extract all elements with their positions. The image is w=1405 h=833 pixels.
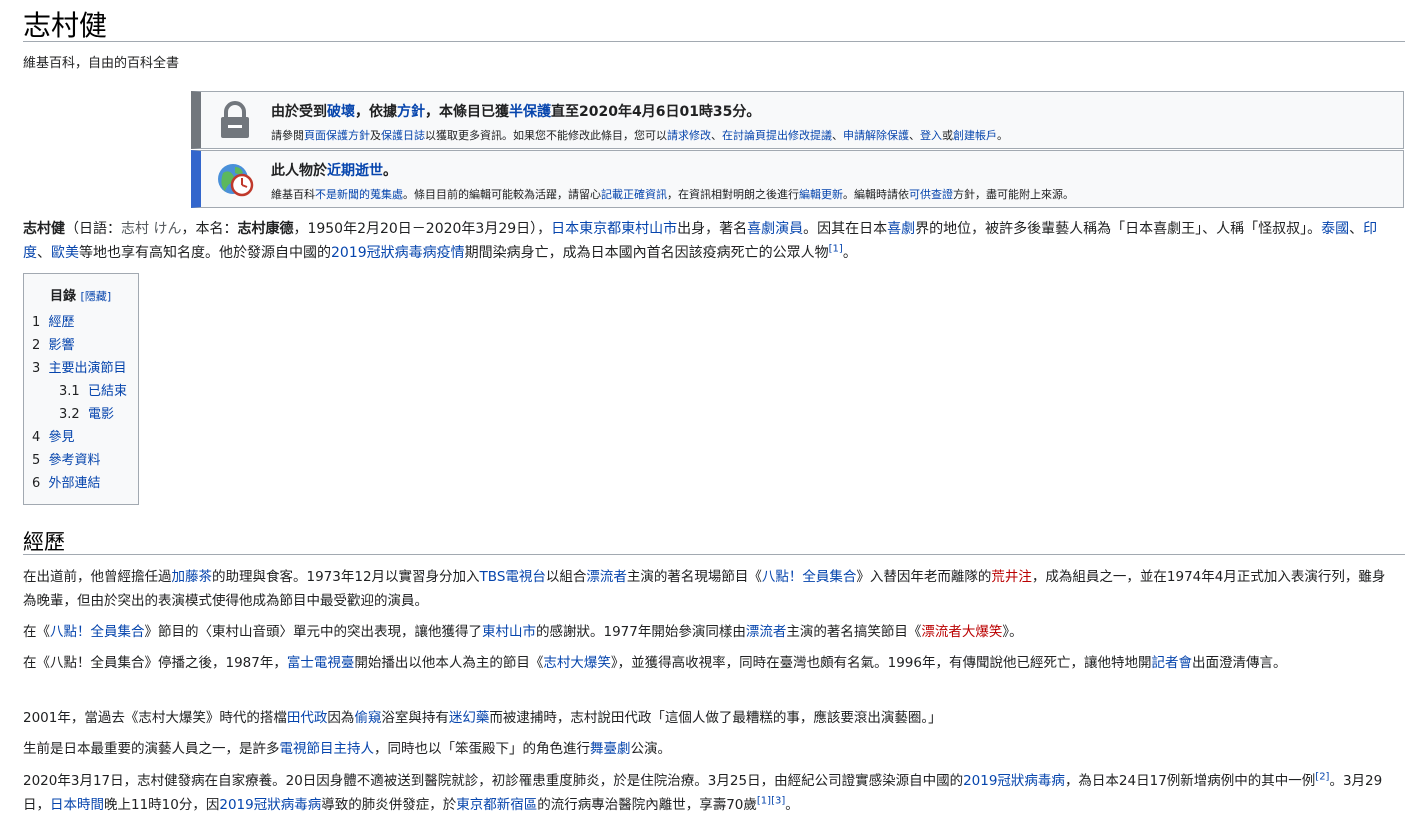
covid-pandemic-link[interactable]: 2019冠狀病毒病疫情 (331, 245, 465, 261)
toc-item-see-also[interactable]: 4 參見 (32, 426, 75, 445)
higashimurayama-link[interactable]: 東村山市 (482, 624, 536, 640)
semi-protection-link[interactable]: 半保護 (509, 104, 551, 120)
toc-title: 目錄 [隱藏] (50, 289, 112, 304)
toc-item-ended[interactable]: 3.1 已結束 (59, 380, 127, 399)
comedy-link[interactable]: 喜劇 (887, 221, 915, 237)
comedian-link[interactable]: 喜劇演員 (747, 221, 803, 237)
ref-1-3-link[interactable]: [1][3] (757, 796, 785, 807)
west-link[interactable]: 歐美 (51, 245, 79, 261)
shimura-daibakusho-link[interactable]: 志村大爆笑 (543, 655, 611, 671)
site-tagline: 維基百科，自由的百科全書 (23, 56, 180, 71)
request-edit-link[interactable]: 請求修改 (667, 129, 711, 142)
arai-chu-link[interactable]: 荒井注 (991, 569, 1032, 585)
drifters-daibakusho-link[interactable]: 漂流者大爆笑 (921, 624, 1002, 640)
toc-hide-toggle[interactable]: [隱藏] (81, 290, 112, 303)
edit-update-link[interactable]: 編輯更新 (799, 188, 843, 201)
toc-item-film[interactable]: 3.2 電影 (59, 403, 114, 422)
accuracy-link[interactable]: 記載正確資訊 (601, 188, 667, 201)
tbs-link[interactable]: TBS電視台 (480, 569, 546, 585)
drifters-link[interactable]: 漂流者 (586, 569, 627, 585)
voyeurism-link[interactable]: 偷窺 (354, 710, 381, 726)
toc-item-external-links[interactable]: 6 外部連結 (32, 472, 101, 491)
body-paragraph-2: 在《八點！全員集合》節目的〈東村山音頭〉單元中的突出表現，讓他獲得了東村山市的感… (23, 624, 1023, 640)
stage-play-link[interactable]: 舞臺劇 (590, 741, 631, 757)
fuji-tv-link[interactable]: 富士電視臺 (287, 655, 355, 671)
ref-2-link[interactable]: [2] (1315, 772, 1329, 783)
body-paragraph-1: 在出道前，他曾經擔任過加藤茶的助理與食客。1973年12月以實習身分加入TBS電… (23, 569, 1386, 609)
hachiji-link[interactable]: 八點！全員集合 (762, 569, 857, 585)
hometown-link[interactable]: 日本東京都東村山市 (551, 221, 677, 237)
talk-page-link[interactable]: 在討論頁提出修改提議 (722, 129, 832, 142)
section-heading-history: 經歷 (23, 530, 65, 554)
body-paragraph-3: 在《八點！全員集合》停播之後，1987年，富士電視臺開始播出以他本人為主的節目《… (23, 655, 1287, 671)
covid-link[interactable]: 2019冠狀病毒病 (963, 773, 1065, 789)
policy-link[interactable]: 方針 (397, 104, 425, 120)
toc-item-references[interactable]: 5 參考資料 (32, 449, 101, 468)
tashiro-link[interactable]: 田代政 (287, 710, 328, 726)
recent-death-line1: 此人物於近期逝世。 (271, 163, 397, 179)
section-divider (23, 554, 1405, 555)
login-link[interactable]: 登入 (920, 129, 942, 142)
toc-item-history[interactable]: 1 經歷 (32, 311, 75, 330)
hachiji-link-2[interactable]: 八點！全員集合 (50, 624, 145, 640)
protection-log-link[interactable]: 保護日誌 (381, 129, 425, 142)
tokyo-link[interactable]: 東京都 (456, 797, 497, 813)
recent-death-link[interactable]: 近期逝世 (327, 163, 383, 179)
protection-policy-link[interactable]: 頁面保護方針 (304, 129, 370, 142)
press-conference-link[interactable]: 記者會 (1151, 655, 1192, 671)
body-paragraph-5: 生前是日本最重要的演藝人員之一，是許多電視節目主持人，同時也以「笨蛋殿下」的角色… (23, 741, 671, 757)
table-of-contents: 目錄 [隱藏] 1 經歷 2 影響 3 主要出演節目 3.1 已結束 3.2 電… (23, 273, 139, 505)
ref-1-link[interactable]: [1] (829, 243, 843, 254)
protection-notice: 由於受到破壞，依據方針，本條目已獲半保護直至2020年4月6日01時35分。 請… (191, 91, 1404, 149)
toc-item-influence[interactable]: 2 影響 (32, 334, 75, 353)
drifters-link-2[interactable]: 漂流者 (746, 624, 787, 640)
protection-notice-line1: 由於受到破壞，依據方針，本條目已獲半保護直至2020年4月6日01時35分。 (271, 104, 761, 120)
tv-host-link[interactable]: 電視節目主持人 (280, 741, 375, 757)
lock-icon (221, 101, 249, 138)
vandalism-link[interactable]: 破壞 (327, 104, 355, 120)
not-news-link[interactable]: 不是新聞的蒐集處 (315, 188, 403, 201)
create-account-link[interactable]: 創建帳戶 (953, 129, 997, 142)
recent-death-line2: 維基百科不是新聞的蒐集處。條目目前的編輯可能較為活躍，請留心記載正確資訊，在資訊… (271, 188, 1074, 201)
japan-time-link[interactable]: 日本時間 (50, 797, 104, 813)
shinjuku-link[interactable]: 新宿區 (497, 797, 538, 813)
thailand-link[interactable]: 泰國 (1321, 221, 1349, 237)
globe-clock-icon (218, 164, 254, 197)
protection-notice-line2: 請參閱頁面保護方針及保護日誌以獲取更多資訊。如果您不能修改此條目，您可以請求修改… (271, 129, 1008, 142)
page-title: 志村健 (23, 9, 108, 42)
kato-cha-link[interactable]: 加藤茶 (172, 569, 213, 585)
hallucinogen-link[interactable]: 迷幻藥 (449, 710, 490, 726)
title-divider (23, 41, 1405, 42)
covid-link-2[interactable]: 2019冠狀病毒病 (219, 797, 321, 813)
recent-death-notice: 此人物於近期逝世。 維基百科不是新聞的蒐集處。條目目前的編輯可能較為活躍，請留心… (191, 150, 1404, 208)
verifiability-link[interactable]: 可供查證 (909, 188, 953, 201)
toc-item-programs[interactable]: 3 主要出演節目 (32, 357, 127, 376)
intro-paragraph: 志村健（日語：志村 けん，本名：志村康德，1950年2月20日－2020年3月2… (23, 221, 1378, 261)
request-unprotect-link[interactable]: 申請解除保護 (843, 129, 909, 142)
body-paragraph-4: 2001年，當過去《志村大爆笑》時代的搭檔田代政因為偷窺浴室與持有迷幻藥而被逮捕… (23, 710, 942, 726)
body-paragraph-6: 2020年3月17日，志村健發病在自家療養。20日因身體不適被送到醫院就診，初診… (23, 771, 1383, 813)
